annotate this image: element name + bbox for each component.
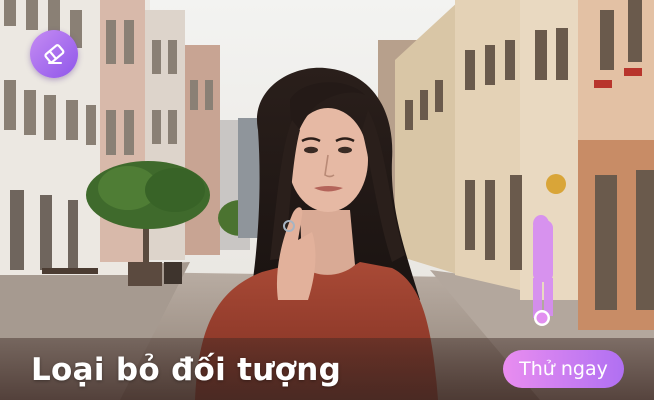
eraser-badge bbox=[30, 30, 78, 78]
try-now-button[interactable]: Thử ngay bbox=[503, 350, 624, 388]
eraser-icon bbox=[44, 44, 65, 64]
ad-banner[interactable]: Loại bỏ đối tượng Thử ngay bbox=[0, 0, 654, 400]
headline: Loại bỏ đối tượng bbox=[31, 352, 342, 388]
